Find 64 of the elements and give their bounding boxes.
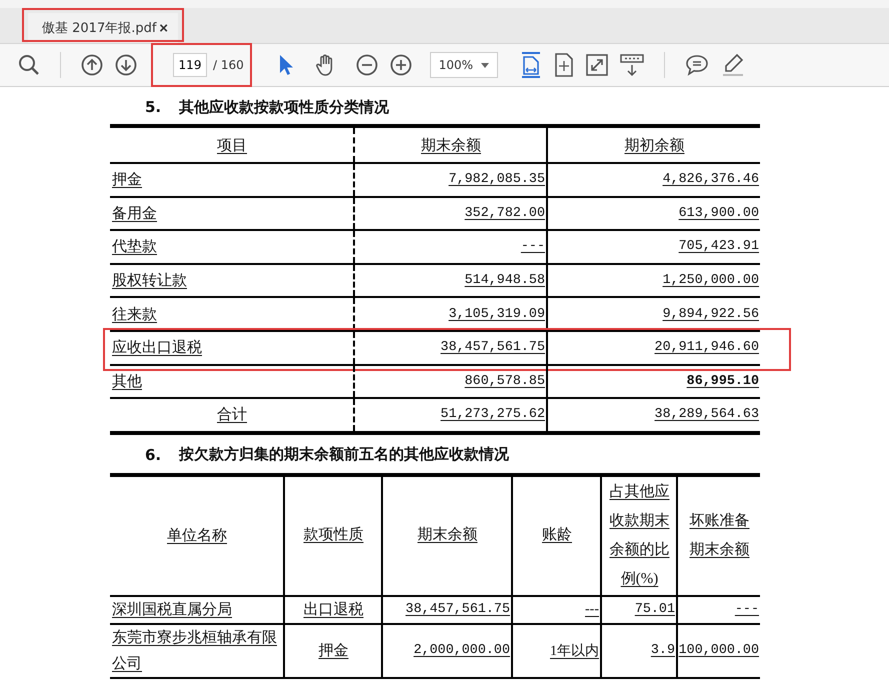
column-header: 期初余额: [624, 136, 684, 154]
highlighter-icon[interactable]: [720, 53, 745, 77]
page-count: / 160: [213, 58, 244, 72]
table-cell: 应收出口退税: [112, 338, 202, 358]
table-cell: 38,457,561.75: [440, 340, 545, 356]
table-cell: 7,982,085.35: [448, 172, 545, 188]
next-page-icon[interactable]: [115, 54, 137, 76]
page-number-field[interactable]: 119: [173, 53, 207, 77]
fit-width-icon[interactable]: [520, 52, 542, 78]
section-heading: 6. 按欠款方归集的期末余额前五名的其他应收款情况: [144, 444, 510, 466]
column-header: 单位名称: [167, 526, 227, 546]
table-cell-text: 备用金: [112, 204, 157, 223]
table-cell-text: 代垫款: [112, 238, 157, 256]
column-header: 期末余额: [418, 526, 478, 546]
table-cell-text: 股权转让款: [112, 272, 187, 290]
table-cell-text: 出口退税: [304, 600, 364, 620]
previous-page-icon[interactable]: [81, 54, 103, 76]
column-header: 坏账准备期末余额: [688, 512, 750, 560]
full-screen-icon[interactable]: [586, 54, 608, 76]
table-cell: 4,826,376.46: [662, 172, 759, 188]
table-cell: 100,000.00: [678, 643, 759, 658]
table-cell: 2,000,000.00: [414, 643, 510, 658]
section-heading: 5. 其他应收款按款项性质分类情况: [144, 96, 390, 118]
column-header: 期末余额: [421, 136, 481, 154]
caret-icon: [480, 62, 489, 68]
search-icon[interactable]: [18, 54, 40, 76]
table-cell: ---: [734, 602, 759, 618]
document-tab[interactable]: 傲基 2017年报.pdf ×: [28, 13, 178, 43]
table-cell: 3.9: [650, 643, 675, 658]
column-header: 占其他应收款期末余额的比例(%): [608, 482, 670, 589]
table-cell: 514,948.58: [464, 273, 545, 288]
table-cell: 613,900.00: [678, 206, 759, 221]
table-cell-text: 1年以内: [550, 642, 599, 660]
zoom-in-icon[interactable]: [390, 54, 412, 76]
column-header: 款项性质: [304, 526, 364, 546]
table-cell-text: 押金: [318, 642, 348, 660]
table-cell: ---: [520, 239, 545, 254]
table-cell: 20,911,946.60: [654, 340, 759, 356]
table-cell: 352,782.00: [464, 206, 545, 221]
table-cell-text: 押金: [112, 171, 142, 190]
column-header: 项目: [217, 136, 247, 154]
table-cell: 3,105,319.09: [448, 306, 545, 322]
page-icon[interactable]: [554, 53, 574, 77]
zoom-out-icon[interactable]: [356, 54, 378, 76]
table-cell: ---: [585, 602, 599, 618]
table-cell-text: 往来款: [112, 306, 157, 324]
table-cell: 75.01: [634, 602, 675, 618]
zoom-dropdown[interactable]: 100%: [430, 52, 498, 78]
table-cell: 705,423.91: [678, 239, 759, 254]
comment-icon[interactable]: [684, 54, 709, 76]
table-cell: 9,894,922.56: [662, 306, 759, 322]
table-cell-text: 合计: [217, 406, 247, 424]
table-cell: 38,289,564.63: [654, 407, 759, 422]
table-cell-text: 其他: [112, 372, 142, 391]
table-cell-text: 深圳国税直属分局: [112, 600, 232, 620]
column-header: 账龄: [542, 526, 572, 546]
table-cell: 51,273,275.62: [440, 407, 545, 422]
table-cell: 1,250,000.00: [662, 273, 759, 288]
scroll-mode-icon[interactable]: [620, 53, 644, 77]
table-cell: 38,457,561.75: [406, 602, 510, 618]
close-tab-button[interactable]: ×: [157, 20, 170, 36]
table-cell: 860,578.85: [464, 374, 545, 389]
table-cell-text: 东莞市寮步兆桓轴承有限公司: [112, 628, 278, 674]
table-cell: 86,995.10: [686, 374, 759, 389]
